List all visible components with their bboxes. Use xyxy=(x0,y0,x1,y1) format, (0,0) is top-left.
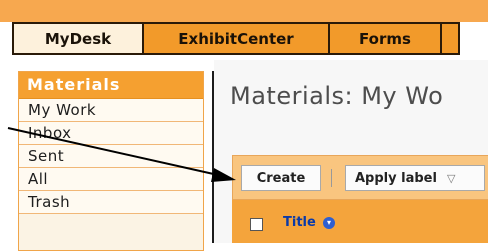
sidebar-item-trash[interactable]: Trash xyxy=(19,191,203,214)
main-panel: Materials: My Wo Create Apply label ▽ Ti… xyxy=(214,60,488,243)
sidebar-item-my-work[interactable]: My Work xyxy=(19,99,203,122)
apply-label-button[interactable]: Apply label ▽ xyxy=(345,165,485,191)
apply-label-text: Apply label xyxy=(355,170,437,186)
sidebar-header: Materials xyxy=(19,72,203,99)
tab-forms[interactable]: Forms xyxy=(330,24,442,53)
chevron-down-icon: ▽ xyxy=(446,171,456,185)
sidebar-item-inbox[interactable]: Inbox xyxy=(19,122,203,145)
title-column-header[interactable]: Title xyxy=(283,215,316,230)
select-all-checkbox[interactable] xyxy=(250,218,263,231)
sidebar-item-sent[interactable]: Sent xyxy=(19,145,203,168)
tab-exhibitcenter[interactable]: ExhibitCenter xyxy=(144,24,330,53)
top-tab-bar: MyDesk ExhibitCenter Forms xyxy=(12,22,460,55)
sidebar: Materials My Work Inbox Sent All Trash xyxy=(18,71,204,251)
page-title: Materials: My Wo xyxy=(230,82,444,110)
tab-mydesk[interactable]: MyDesk xyxy=(14,24,144,53)
sidebar-item-all[interactable]: All xyxy=(19,168,203,191)
tab-empty-slot xyxy=(442,24,458,53)
toolbar: Create Apply label ▽ xyxy=(232,155,488,200)
toolbar-separator xyxy=(331,169,332,187)
create-button[interactable]: Create xyxy=(241,165,321,191)
sort-dropdown-icon[interactable]: ▾ xyxy=(323,217,335,229)
table-header-row: Title ▾ xyxy=(232,200,488,243)
top-banner xyxy=(0,0,488,22)
